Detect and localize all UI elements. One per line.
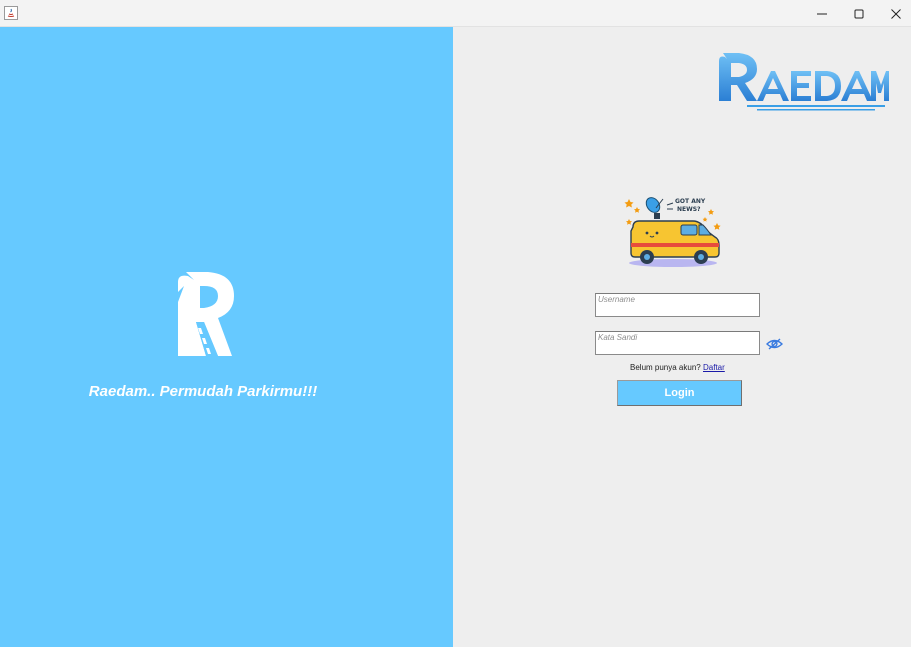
java-app-icon (4, 6, 18, 20)
close-button[interactable] (877, 0, 911, 27)
password-input[interactable] (596, 332, 759, 354)
login-panel: GOT ANY NEWS? Username Kata Sandi Belum … (453, 27, 911, 647)
tagline: Raedam.. Permudah Parkirmu!!! (88, 383, 318, 400)
close-icon (891, 8, 901, 19)
maximize-button[interactable] (840, 0, 878, 27)
minimize-icon (817, 13, 827, 14)
news-van-illustration: GOT ANY NEWS? (624, 197, 721, 267)
eye-icon[interactable] (766, 338, 783, 350)
signup-link[interactable]: Daftar (703, 363, 725, 372)
password-field[interactable]: Kata Sandi (595, 331, 760, 355)
raedam-brand-logo (719, 53, 889, 111)
left-brand-panel: Raedam.. Permudah Parkirmu!!! (0, 27, 453, 647)
window-titlebar (0, 0, 911, 27)
username-input[interactable] (596, 294, 759, 316)
maximize-icon (854, 9, 864, 18)
svg-text:NEWS?: NEWS? (677, 206, 701, 213)
r-road-logo-icon (178, 272, 234, 356)
username-field[interactable]: Username (595, 293, 760, 317)
login-button[interactable]: Login (617, 380, 742, 406)
minimize-button[interactable] (803, 0, 841, 27)
svg-text:GOT ANY: GOT ANY (675, 198, 706, 205)
signup-prompt: Belum punya akun? (630, 363, 701, 372)
